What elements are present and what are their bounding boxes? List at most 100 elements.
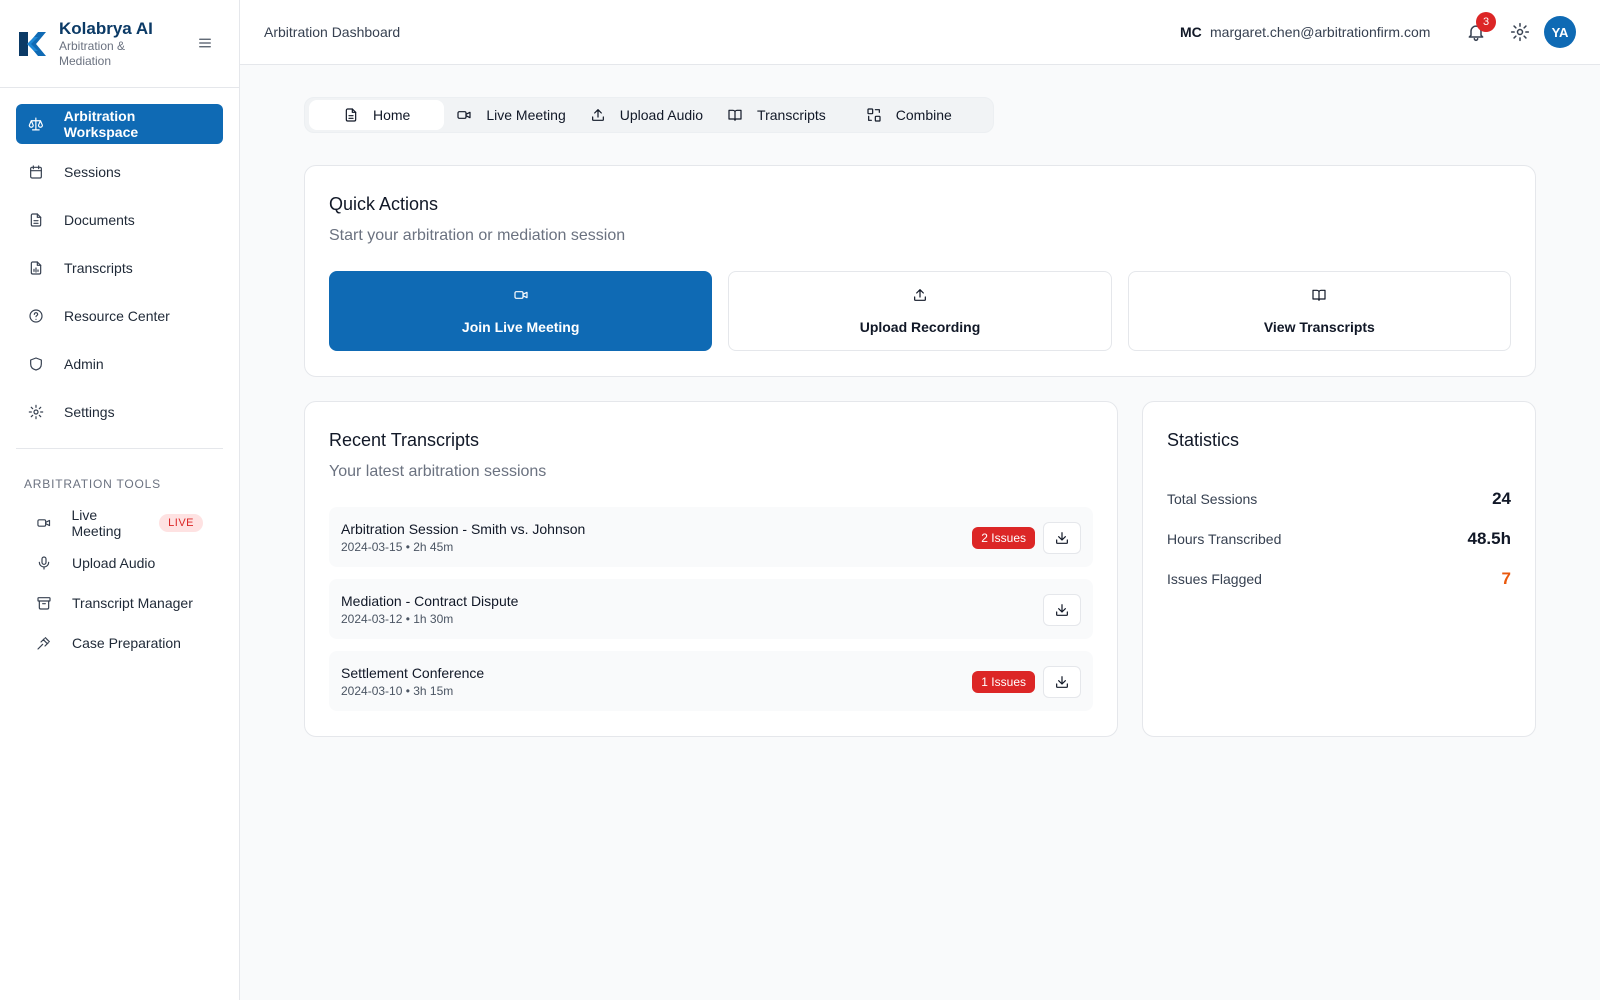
avatar[interactable]: YA	[1544, 16, 1576, 48]
gear-icon	[28, 404, 44, 420]
transcript-title: Arbitration Session - Smith vs. Johnson	[341, 520, 586, 537]
tool-item-label: Live Meeting	[71, 507, 122, 539]
page-title: Arbitration Dashboard	[264, 24, 401, 40]
sidebar-item-label: Arbitration Workspace	[63, 108, 139, 140]
sidebar-item-label: Transcripts	[64, 260, 133, 276]
recent-transcripts-subtitle: Your latest arbitration sessions	[329, 463, 547, 480]
mic-icon	[38, 556, 50, 570]
file-text-icon	[30, 213, 42, 227]
sidebar-item-settings[interactable]: Settings	[16, 392, 223, 432]
top-header: Arbitration Dashboard MC margaret.chen@a…	[240, 0, 1600, 65]
sidebar-item-label: Sessions	[64, 164, 121, 180]
video-icon	[514, 291, 528, 299]
tab-label: Live Meeting	[486, 107, 566, 123]
download-button[interactable]	[1043, 666, 1081, 698]
file-audio-icon	[30, 261, 42, 275]
list-item[interactable]: Mediation - Contract Dispute 2024-03-12 …	[329, 579, 1093, 639]
video-icon	[37, 519, 51, 527]
help-circle-icon	[29, 309, 43, 323]
sidebar-item-sessions[interactable]: Sessions	[16, 152, 223, 192]
list-item[interactable]: Settlement Conference 2024-03-10 • 3h 15…	[329, 651, 1093, 711]
sidebar-item-resource-center[interactable]: Resource Center	[16, 296, 223, 336]
stat-label: Issues Flagged	[1167, 571, 1262, 587]
stat-value: 7	[1501, 569, 1511, 588]
sidebar-item-label: Documents	[64, 212, 135, 228]
sidebar-item-label: Admin	[64, 356, 104, 372]
stat-value: 48.5h	[1467, 529, 1511, 548]
sidebar-item-arbitration-workspace[interactable]: Arbitration Workspace	[16, 104, 223, 144]
quick-actions-buttons: Join Live Meeting Upload Recording View …	[329, 271, 1511, 351]
sidebar-item-label: Resource Center	[64, 308, 170, 324]
tab-label: Transcripts	[757, 107, 826, 123]
archive-icon	[37, 597, 51, 610]
tool-item-label: Transcript Manager	[72, 595, 193, 611]
stat-value: 24	[1492, 489, 1511, 508]
transcript-title: Mediation - Contract Dispute	[341, 592, 519, 609]
issues-badge: 2 Issues	[972, 527, 1035, 549]
sidebar-nav: Arbitration Workspace Sessions Documents…	[0, 88, 239, 432]
stat-label: Total Sessions	[1167, 491, 1258, 507]
stat-total-sessions: Total Sessions 24	[1167, 479, 1511, 519]
tab-combine[interactable]: Combine	[838, 100, 964, 130]
stat-issues-flagged: Issues Flagged 7	[1167, 559, 1511, 599]
issues-badge: 1 Issues	[972, 671, 1035, 693]
recent-transcripts-card: Recent Transcripts Your latest arbitrati…	[304, 401, 1118, 737]
brand: Kolabrya AI Arbitration & Mediation	[0, 0, 239, 88]
quick-actions-title: Quick Actions	[329, 194, 439, 214]
tools-section-title: ARBITRATION TOOLS	[24, 477, 161, 491]
download-button[interactable]	[1043, 522, 1081, 554]
brand-name: Kolabrya AI	[59, 18, 153, 38]
tool-item-upload-audio[interactable]: Upload Audio	[0, 543, 239, 583]
statistics-list: Total Sessions 24 Hours Transcribed 48.5…	[1167, 479, 1511, 599]
sidebar-item-transcripts[interactable]: Transcripts	[16, 248, 223, 288]
tool-item-label: Upload Audio	[72, 555, 156, 571]
sidebar: Kolabrya AI Arbitration & Mediation Arbi…	[0, 0, 240, 1000]
sidebar-item-documents[interactable]: Documents	[16, 200, 223, 240]
menu-icon[interactable]	[196, 34, 214, 52]
notification-count-badge: 3	[1476, 12, 1496, 32]
download-button[interactable]	[1043, 594, 1081, 626]
settings-gear-icon[interactable]	[1510, 22, 1530, 42]
shield-icon	[30, 357, 42, 371]
view-transcripts-button[interactable]: View Transcripts	[1127, 271, 1511, 351]
tab-home[interactable]: Home	[309, 100, 445, 130]
upload-icon	[591, 109, 604, 121]
sidebar-item-admin[interactable]: Admin	[16, 344, 223, 384]
tool-item-label: Case Preparation	[72, 635, 181, 651]
join-live-meeting-button[interactable]: Join Live Meeting	[329, 271, 713, 351]
book-open-icon	[1312, 289, 1326, 301]
scale-icon	[28, 117, 43, 131]
statistics-card: Statistics Total Sessions 24 Hours Trans…	[1142, 401, 1536, 737]
quick-actions-card: Quick Actions Start your arbitration or …	[304, 165, 1536, 377]
live-badge: LIVE	[159, 514, 203, 532]
upload-recording-button[interactable]: Upload Recording	[728, 271, 1112, 351]
calendar-icon	[30, 165, 42, 179]
tool-item-transcript-manager[interactable]: Transcript Manager	[0, 583, 239, 623]
tool-item-live-meeting[interactable]: Live Meeting LIVE	[0, 503, 239, 543]
recent-transcripts-title: Recent Transcripts	[329, 430, 480, 450]
transcript-meta: 2024-03-12 • 1h 30m	[341, 611, 454, 626]
button-label: View Transcripts	[1263, 319, 1375, 335]
file-icon	[345, 108, 357, 122]
transcript-meta: 2024-03-15 • 2h 45m	[341, 539, 454, 554]
upload-icon	[914, 289, 926, 301]
transcript-title: Settlement Conference	[341, 664, 485, 681]
tab-label: Upload Audio	[619, 107, 704, 123]
book-open-icon	[728, 109, 742, 121]
sidebar-item-label: Settings	[64, 404, 115, 420]
tab-transcripts[interactable]: Transcripts	[715, 100, 838, 130]
tab-live-meeting[interactable]: Live Meeting	[444, 100, 577, 130]
stat-hours-transcribed: Hours Transcribed 48.5h	[1167, 519, 1511, 559]
button-label: Upload Recording	[859, 319, 981, 335]
brand-subtitle: Arbitration & Mediation	[59, 38, 126, 68]
stat-label: Hours Transcribed	[1167, 531, 1282, 547]
user-initials: MC	[1180, 24, 1202, 40]
download-icon	[1056, 604, 1068, 616]
gavel-icon	[37, 637, 50, 650]
download-icon	[1056, 676, 1068, 688]
transcript-meta: 2024-03-10 • 3h 15m	[341, 683, 454, 698]
tool-item-case-preparation[interactable]: Case Preparation	[0, 623, 239, 663]
video-icon	[457, 111, 471, 119]
tab-upload-audio[interactable]: Upload Audio	[578, 100, 715, 130]
list-item[interactable]: Arbitration Session - Smith vs. Johnson …	[329, 507, 1093, 567]
